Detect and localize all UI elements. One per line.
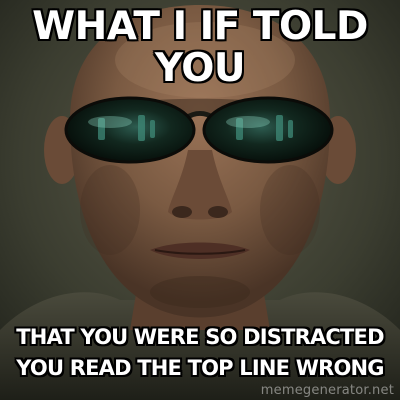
top-caption-line: YOU [154, 46, 246, 91]
bottom-caption-line: THAT YOU WERE SO DISTRACTED [15, 324, 385, 350]
right-lens [202, 96, 334, 164]
watermark: memegenerator.net [260, 383, 394, 398]
meme-image: WHAT I IF TOLD YOU THAT YOU WERE SO DIST… [0, 0, 400, 400]
bottom-caption-line: YOU READ THE TOP LINE WRONG [15, 355, 385, 381]
left-lens [64, 96, 196, 164]
top-caption-line: WHAT I IF TOLD [31, 4, 369, 49]
bottom-caption: THAT YOU WERE SO DISTRACTED YOU READ THE… [0, 322, 400, 384]
top-caption: WHAT I IF TOLD YOU [0, 4, 400, 91]
